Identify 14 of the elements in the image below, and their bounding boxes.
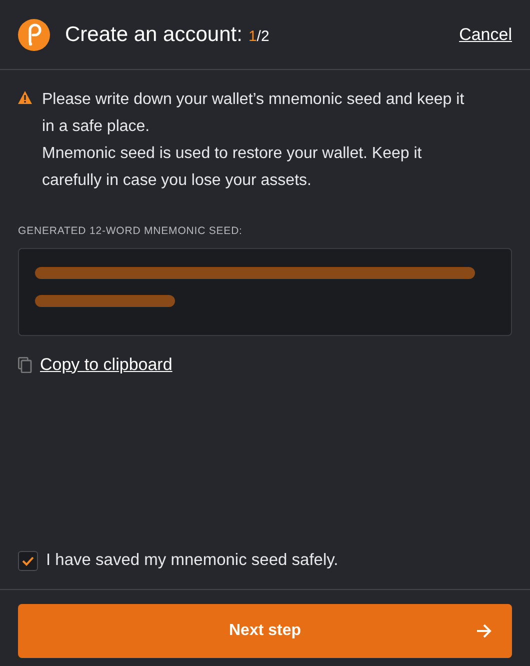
logo-icon bbox=[18, 18, 50, 50]
confirm-label: I have saved my mnemonic seed safely. bbox=[46, 550, 338, 572]
warning-icon bbox=[18, 91, 32, 104]
confirm-checkbox[interactable] bbox=[18, 550, 38, 571]
arrow-right-icon bbox=[476, 624, 492, 638]
step-counter: 1/2 bbox=[248, 26, 270, 47]
warning-text: Please write down your wallet’s mnemonic seed and keep it in a safe place. bbox=[42, 90, 466, 137]
checkmark-icon bbox=[22, 556, 34, 566]
copy-link[interactable]: Copy to clipboard bbox=[40, 352, 172, 378]
copy-icon bbox=[18, 356, 32, 372]
seed-label: GENERATED 12-WORD MNEMONIC SEED: bbox=[18, 224, 244, 239]
warning-text: Mnemonic seed is used to restore your wallet. Keep it carefully in case you lose your assets. bbox=[42, 144, 423, 191]
cancel-link[interactable]: Cancel bbox=[459, 22, 512, 48]
page-title: Create an account: bbox=[65, 22, 242, 48]
